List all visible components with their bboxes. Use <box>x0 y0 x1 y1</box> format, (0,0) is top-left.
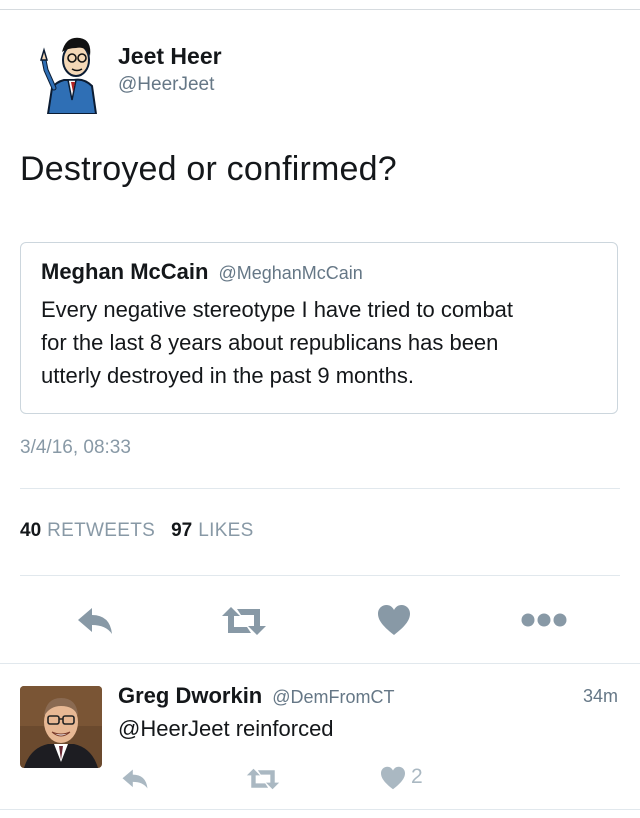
quoted-tweet[interactable]: Meghan McCain @MeghanMcCain Every negati… <box>20 242 618 414</box>
author-name[interactable]: Jeet Heer <box>118 43 222 70</box>
divider <box>20 488 620 489</box>
retweet-icon[interactable] <box>246 768 280 790</box>
retweet-icon[interactable] <box>221 606 267 636</box>
tweet-author[interactable]: Jeet Heer @HeerJeet <box>38 30 222 114</box>
quoted-text-line: for the last 8 years about republicans h… <box>41 330 499 355</box>
quoted-text-line: Every negative stereotype I have tried t… <box>41 297 514 322</box>
divider <box>0 809 640 810</box>
reply-author[interactable]: Greg Dworkin @DemFromCT <box>118 683 395 709</box>
retweets-label[interactable]: RETWEETS <box>47 520 155 542</box>
reply-icon[interactable] <box>76 606 114 636</box>
quoted-author-name: Meghan McCain <box>41 259 209 284</box>
reply-author-name[interactable]: Greg Dworkin <box>118 683 262 709</box>
quoted-tweet-text: Every negative stereotype I have tried t… <box>41 293 597 392</box>
reply-author-avatar[interactable] <box>20 686 102 768</box>
author-handle[interactable]: @HeerJeet <box>118 74 222 96</box>
top-divider <box>0 9 640 10</box>
reply-author-handle[interactable]: @DemFromCT <box>272 687 394 708</box>
reply-like-count: 2 <box>411 765 423 788</box>
tweet-timestamp: 3/4/16, 08:33 <box>20 437 131 458</box>
reply-text: @HeerJeet reinforced <box>118 716 334 741</box>
reply-timestamp: 34m <box>582 686 618 706</box>
author-avatar[interactable] <box>38 30 98 114</box>
likes-count[interactable]: 97 <box>171 520 192 542</box>
divider <box>0 663 640 664</box>
retweets-count[interactable]: 40 <box>20 520 41 542</box>
reply-icon[interactable] <box>120 768 150 790</box>
tweet-text: Destroyed or confirmed? <box>20 150 397 188</box>
more-icon[interactable] <box>521 612 567 628</box>
quoted-author-handle: @MeghanMcCain <box>218 263 363 283</box>
heart-icon[interactable] <box>377 604 411 636</box>
likes-label[interactable]: LIKES <box>198 520 253 542</box>
quoted-text-line: utterly destroyed in the past 9 months. <box>41 363 414 388</box>
tweet-stats: 40 RETWEETS 97 LIKES <box>20 520 254 542</box>
divider <box>20 575 620 576</box>
heart-icon[interactable] <box>380 766 406 790</box>
